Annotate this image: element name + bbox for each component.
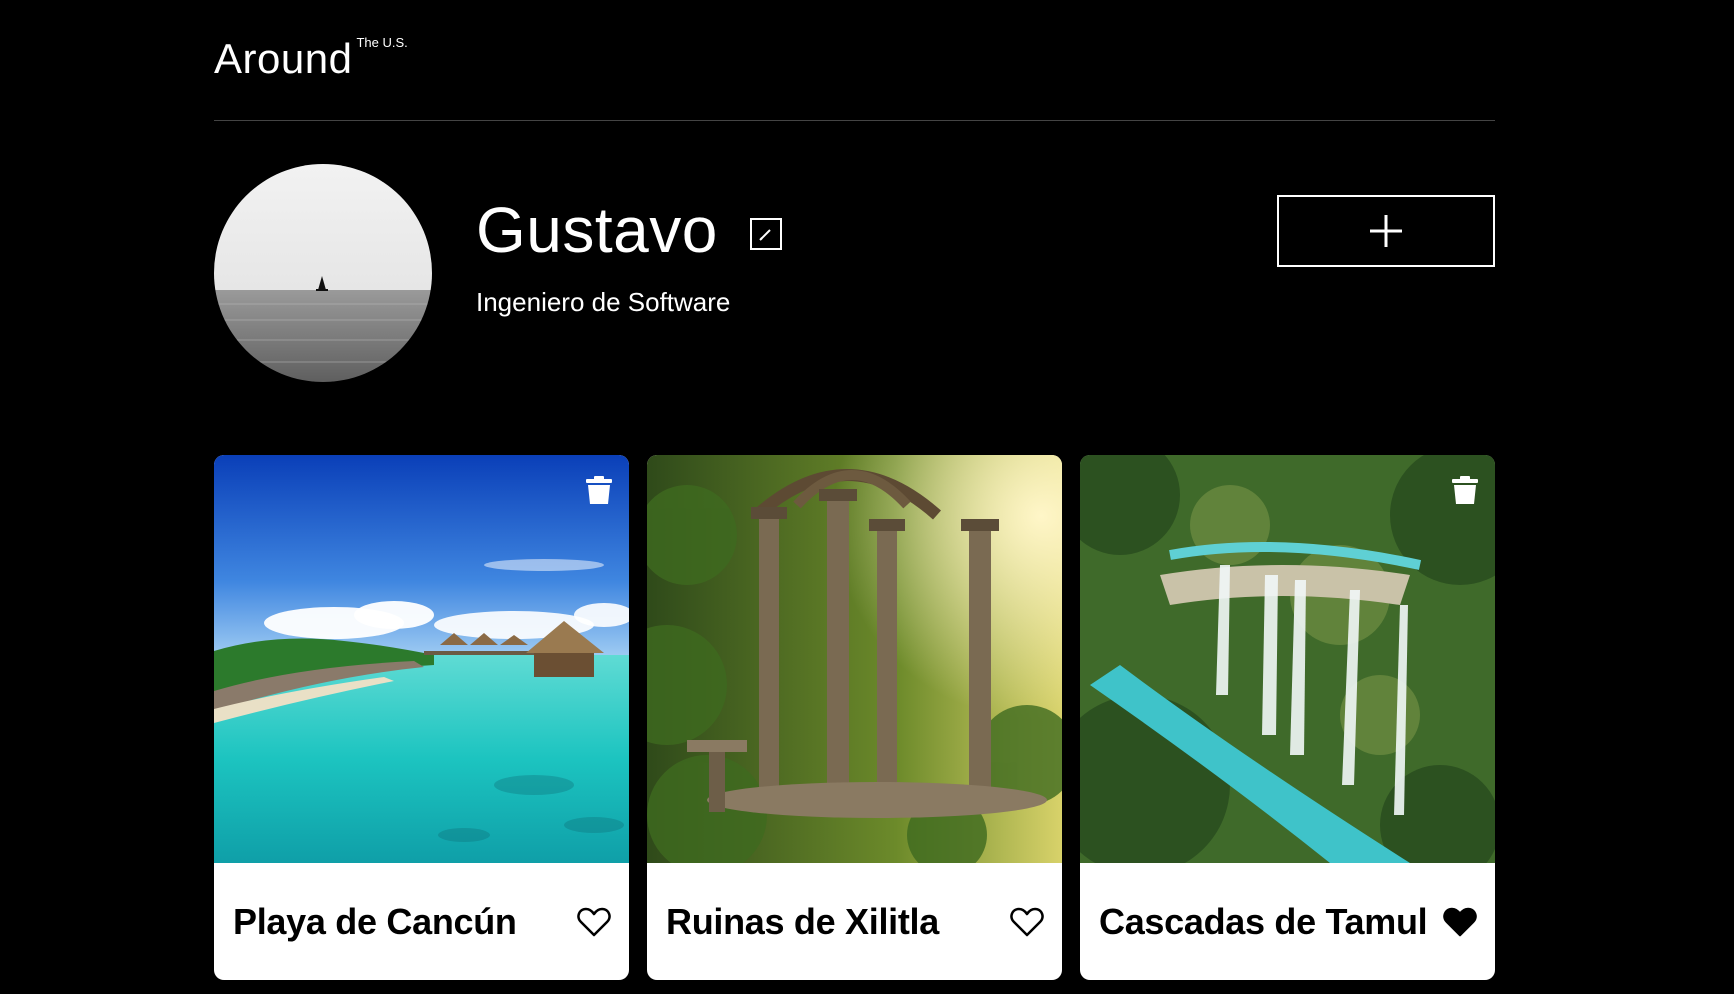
pencil-icon — [759, 229, 771, 241]
avatar-image — [214, 164, 432, 382]
cards-grid: Playa de Cancún Ruinas de Xilitla Cascad… — [214, 455, 1495, 980]
trash-icon[interactable] — [1451, 475, 1479, 505]
profile-info: Gustavo Ingeniero de Software — [476, 192, 782, 318]
add-place-button[interactable] — [1277, 195, 1495, 267]
card-title: Cascadas de Tamul — [1099, 900, 1428, 942]
card-image[interactable] — [214, 455, 629, 863]
profile-job: Ingeniero de Software — [476, 287, 731, 317]
heart-outline-icon[interactable] — [577, 907, 611, 937]
waterfall-photo — [1080, 455, 1495, 863]
header: Around The U.S. — [214, 30, 1495, 121]
place-card: Ruinas de Xilitla — [647, 455, 1062, 980]
place-card: Cascadas de Tamul — [1080, 455, 1495, 980]
place-card: Playa de Cancún — [214, 455, 629, 980]
card-footer: Playa de Cancún — [214, 863, 629, 980]
logo: Around The U.S. — [214, 35, 408, 82]
avatar[interactable] — [214, 164, 432, 382]
page: Around The U.S. Gustavo Ingeniero de Sof… — [0, 0, 1734, 994]
card-title: Playa de Cancún — [233, 900, 517, 942]
trash-icon[interactable] — [585, 475, 613, 505]
ruins-photo — [647, 455, 1062, 863]
edit-profile-button[interactable] — [749, 218, 782, 250]
card-footer: Cascadas de Tamul — [1080, 863, 1495, 980]
name-row: Gustavo — [476, 192, 782, 268]
card-image[interactable] — [1080, 455, 1495, 863]
profile-name: Gustavo — [476, 194, 718, 266]
logo-main: Around — [214, 35, 353, 82]
card-title: Ruinas de Xilitla — [666, 900, 939, 942]
heart-filled-icon[interactable] — [1443, 907, 1477, 937]
heart-outline-icon[interactable] — [1010, 907, 1044, 937]
plus-icon — [1370, 215, 1402, 247]
card-footer: Ruinas de Xilitla — [647, 863, 1062, 980]
card-image[interactable] — [647, 455, 1062, 863]
beach-photo — [214, 455, 629, 863]
logo-sup: The U.S. — [356, 35, 408, 50]
